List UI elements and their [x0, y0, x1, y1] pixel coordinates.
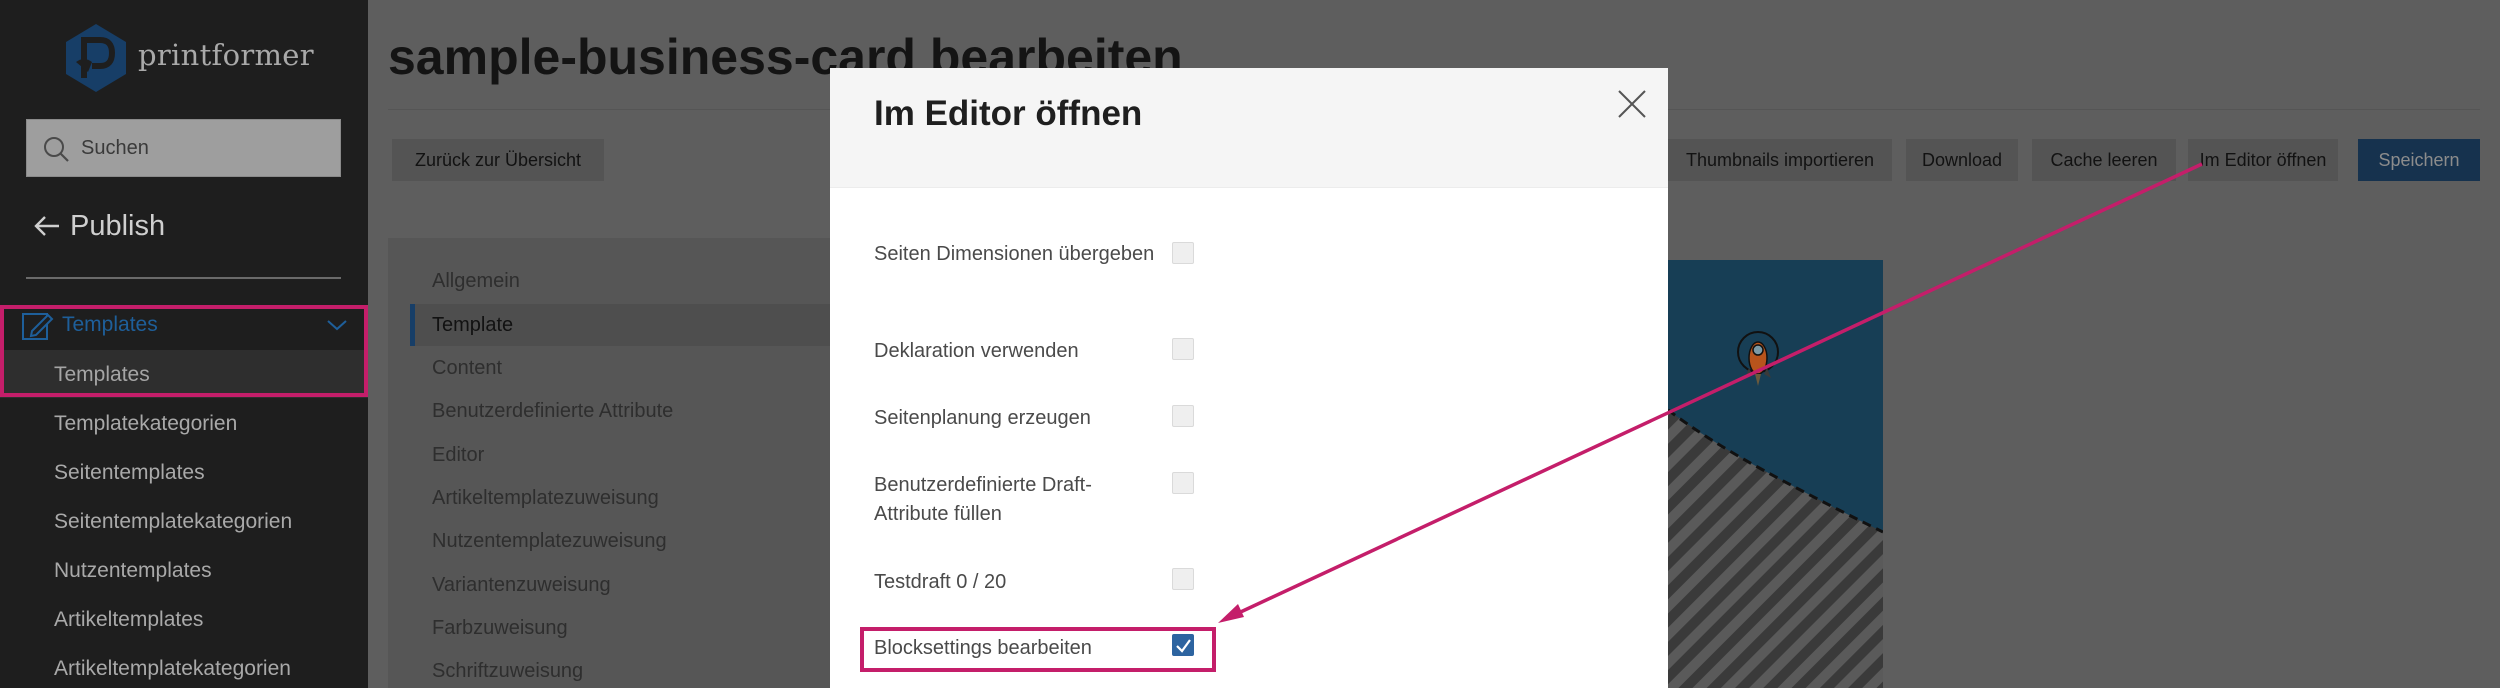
dialog-header: Im Editor öffnen — [830, 68, 1668, 188]
template-preview — [1668, 260, 1883, 688]
tab-schriftzuweisung[interactable]: Schriftzuweisung — [432, 660, 583, 683]
logo-text: printformer — [138, 38, 314, 72]
sidebar-item-templates-active[interactable]: Templates — [0, 350, 368, 398]
open-in-editor-button[interactable]: Im Editor öffnen — [2188, 139, 2338, 181]
logo[interactable]: printformer — [62, 22, 322, 94]
option-label-deklaration: Deklaration verwenden — [874, 340, 1079, 362]
sidebar-item-label: Templates — [54, 363, 150, 386]
open-in-editor-dialog: Im Editor öffnen Seiten Dimensionen über… — [830, 68, 1668, 688]
tab-benutzerdefinierte-attribute[interactable]: Benutzerdefinierte Attribute — [432, 400, 673, 423]
tab-editor[interactable]: Editor — [432, 444, 484, 467]
tab-farbzuweisung[interactable]: Farbzuweisung — [432, 617, 568, 640]
pencil-icon — [22, 313, 54, 340]
seitenplanung-checkbox[interactable] — [1172, 405, 1194, 427]
draft-attribute-checkbox[interactable] — [1172, 472, 1194, 494]
import-thumbnails-button[interactable]: Thumbnails importieren — [1668, 139, 1892, 181]
tab-template[interactable]: Template — [432, 314, 513, 337]
close-icon[interactable] — [1616, 88, 1648, 120]
testdraft-checkbox[interactable] — [1172, 568, 1194, 590]
option-label-seiten-dimensionen: Seiten Dimensionen übergeben — [874, 243, 1155, 265]
seiten-dimensionen-checkbox[interactable] — [1172, 242, 1194, 264]
dialog-title: Im Editor öffnen — [874, 94, 1143, 133]
tab-content[interactable]: Content — [432, 357, 502, 380]
option-label-draft-attribute: Benutzerdefinierte Draft-Attribute fülle… — [874, 474, 1092, 525]
option-label-blocksettings: Blocksettings bearbeiten — [874, 637, 1092, 659]
sidebar-item-artikeltemplates[interactable]: Artikeltemplates — [54, 608, 203, 632]
tab-nutzentemplatezuweisung[interactable]: Nutzentemplatezuweisung — [432, 530, 667, 553]
sidebar-group-label: Templates — [62, 313, 158, 336]
search-input[interactable] — [81, 120, 331, 176]
back-to-overview-button[interactable]: Zurück zur Übersicht — [392, 139, 604, 181]
sidebar-item-seitentemplates[interactable]: Seitentemplates — [54, 461, 205, 485]
search-icon — [44, 137, 69, 162]
sidebar-group-templates[interactable]: Templates — [0, 305, 368, 347]
back-label: Publish — [70, 209, 166, 242]
sidebar-item-artikeltemplatekategorien[interactable]: Artikeltemplatekategorien — [54, 657, 291, 681]
sidebar-item-nutzentemplates[interactable]: Nutzentemplates — [54, 559, 212, 583]
search-box[interactable] — [26, 119, 341, 177]
back-to-publish-link[interactable]: Publish — [32, 206, 165, 246]
option-label-seitenplanung: Seitenplanung erzeugen — [874, 407, 1091, 429]
check-icon — [1176, 639, 1191, 653]
option-label-testdraft: Testdraft 0 / 20 — [874, 571, 1007, 593]
tab-artikeltemplatezuweisung[interactable]: Artikeltemplatezuweisung — [432, 487, 659, 510]
sidebar-item-templatekategorien[interactable]: Templatekategorien — [54, 412, 237, 436]
business-card-preview-image — [1668, 260, 1883, 688]
printformer-logo-icon — [66, 24, 126, 92]
tab-allgemein[interactable]: Allgemein — [432, 270, 520, 293]
chevron-down-icon — [327, 320, 347, 331]
sidebar-item-seitentemplatekategorien[interactable]: Seitentemplatekategorien — [54, 510, 292, 534]
sidebar: printformer Publish Templates Templates … — [0, 0, 368, 688]
save-button[interactable]: Speichern — [2358, 139, 2480, 181]
tab-variantenzuweisung[interactable]: Variantenzuweisung — [432, 574, 611, 597]
sidebar-divider — [26, 277, 341, 279]
deklaration-checkbox[interactable] — [1172, 338, 1194, 360]
arrow-left-icon — [34, 216, 59, 236]
blocksettings-checkbox[interactable] — [1172, 634, 1194, 656]
download-button[interactable]: Download — [1906, 139, 2018, 181]
clear-cache-button[interactable]: Cache leeren — [2032, 139, 2176, 181]
